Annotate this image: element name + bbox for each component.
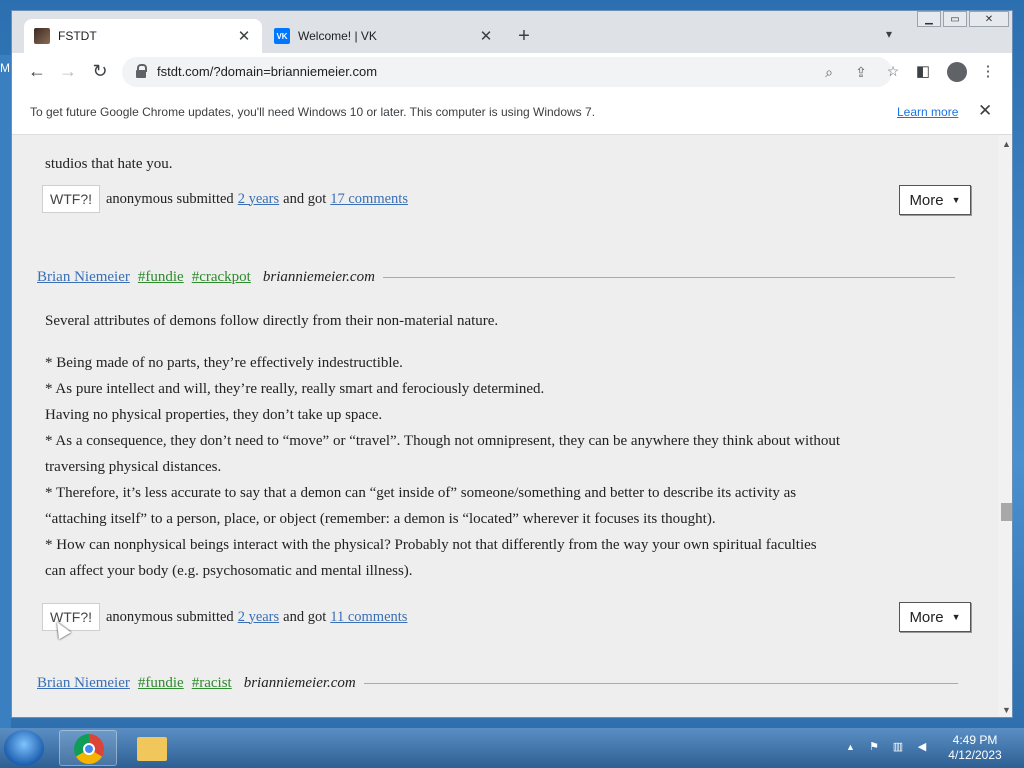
volume-muted-icon[interactable]: ◀ xyxy=(915,740,929,754)
bookmark-star-icon[interactable]: ☆ xyxy=(883,61,903,81)
post-text-line: Having no physical properties, they don’… xyxy=(45,407,383,423)
close-window-icon[interactable]: ✕ xyxy=(969,11,1009,27)
url-text[interactable]: fstdt.com/?domain=brianniemeier.com xyxy=(157,64,377,79)
taskbar: ▲ ⚑ ▥ ◀ 4:49 PM 4/12/2023 xyxy=(0,728,1024,768)
menu-kebab-icon[interactable]: ⋮ xyxy=(978,62,998,82)
start-button[interactable] xyxy=(4,730,44,766)
header-divider xyxy=(363,683,958,684)
lock-icon[interactable] xyxy=(136,64,147,78)
tab-fstdt[interactable]: FSTDT ✕ xyxy=(24,19,262,53)
side-panel-icon[interactable]: ◧ xyxy=(913,62,933,82)
post-text-line: * As pure intellect and will, they’re re… xyxy=(45,381,545,397)
action-center-icon[interactable]: ⚑ xyxy=(867,740,881,754)
author-link[interactable]: Brian Niemeier xyxy=(37,269,130,286)
age-link[interactable]: 2 years xyxy=(238,609,279,626)
new-tab-button[interactable]: + xyxy=(512,25,536,49)
taskbar-explorer[interactable] xyxy=(122,730,180,766)
browser-toolbar: ← → ↻ fstdt.com/?domain=brianniemeier.co… xyxy=(12,53,1012,91)
post-text-line: * Therefore, it’s less accurate to say t… xyxy=(45,485,797,501)
post-text-line: traversing physical distances. xyxy=(45,459,222,475)
post-header: Brian Niemeier #fundie #crackpot brianni… xyxy=(37,269,955,286)
taskbar-chrome[interactable] xyxy=(59,730,117,766)
tab-title: FSTDT xyxy=(58,29,97,43)
tab-search-chevron-down-icon[interactable]: ▾ xyxy=(886,27,892,41)
post-text-line: studios that hate you. xyxy=(45,156,173,172)
zoom-search-icon[interactable]: ⌕ xyxy=(819,62,839,82)
address-bar[interactable]: fstdt.com/?domain=brianniemeier.com ⌕ ⇪ … xyxy=(122,57,899,87)
tag-link[interactable]: #fundie xyxy=(138,269,184,286)
post-text-line: * How can nonphysical beings interact wi… xyxy=(45,537,817,553)
clock-time: 4:49 PM xyxy=(952,733,998,747)
comments-link[interactable]: 17 comments xyxy=(330,191,408,208)
close-tab-icon[interactable]: ✕ xyxy=(236,27,252,45)
tag-link[interactable]: #crackpot xyxy=(192,269,251,286)
post-meta: WTF?! anonymous submitted 2 years and go… xyxy=(42,603,411,631)
post-text-line: * As a consequence, they don’t need to “… xyxy=(45,433,841,449)
scroll-up-icon[interactable]: ▲ xyxy=(1002,139,1011,149)
tab-vk[interactable]: VK Welcome! | VK ✕ xyxy=(264,19,504,53)
header-divider xyxy=(382,277,955,278)
post-header: Brian Niemeier #fundie #racist brianniem… xyxy=(37,675,958,692)
more-button[interactable]: More ▼ xyxy=(899,602,971,632)
submitter-text: anonymous submitted xyxy=(106,608,234,625)
wtf-button[interactable]: WTF?! xyxy=(42,185,100,213)
window-controls: ▁ ▭ ✕ xyxy=(915,11,1009,29)
more-button[interactable]: More ▼ xyxy=(899,185,971,215)
page-content: studios that hate you. WTF?! anonymous s… xyxy=(12,135,998,717)
folder-icon xyxy=(137,737,167,761)
fstdt-favicon-icon xyxy=(34,28,50,44)
vk-favicon-icon: VK xyxy=(274,28,290,44)
author-link[interactable]: Brian Niemeier xyxy=(37,675,130,692)
page-scrollbar[interactable]: ▲ ▼ xyxy=(998,135,1012,717)
learn-more-link[interactable]: Learn more xyxy=(897,105,958,119)
post-text-line: “attaching itself” to a person, place, o… xyxy=(45,511,716,527)
desktop-edge: M xyxy=(0,55,11,730)
clock-date: 4/12/2023 xyxy=(948,748,1002,762)
chrome-icon xyxy=(74,734,104,764)
comments-link[interactable]: 11 comments xyxy=(330,609,407,626)
scrollbar-thumb[interactable] xyxy=(1001,503,1012,521)
tag-link[interactable]: #racist xyxy=(192,675,232,692)
infobar-close-icon[interactable]: ✕ xyxy=(978,101,992,121)
tab-title: Welcome! | VK xyxy=(298,29,377,43)
minimize-icon[interactable]: ▁ xyxy=(917,11,941,27)
back-arrow-icon[interactable]: ← xyxy=(26,61,48,83)
maximize-icon[interactable]: ▭ xyxy=(943,11,967,27)
age-link[interactable]: 2 years xyxy=(238,191,279,208)
post-text-line: can affect your body (e.g. psychosomatic… xyxy=(45,563,413,579)
profile-avatar-icon[interactable] xyxy=(947,62,967,82)
caret-down-icon: ▼ xyxy=(951,195,961,205)
scroll-down-icon[interactable]: ▼ xyxy=(1002,705,1011,715)
network-icon[interactable]: ▥ xyxy=(891,740,905,754)
forward-arrow-icon[interactable]: → xyxy=(57,61,79,83)
more-label: More xyxy=(909,191,944,209)
domain-text: brianniemeier.com xyxy=(262,269,375,285)
desktop-edge-letter: M xyxy=(0,61,10,75)
caret-down-icon: ▼ xyxy=(951,612,961,622)
tray-expand-icon[interactable]: ▲ xyxy=(846,742,855,752)
browser-window: FSTDT ✕ VK Welcome! | VK ✕ + ▾ ▁ ▭ ✕ ← →… xyxy=(11,10,1013,718)
post-meta: WTF?! anonymous submitted 2 years and go… xyxy=(42,185,412,213)
and-got-text: and got xyxy=(283,608,327,625)
clock[interactable]: 4:49 PM 4/12/2023 xyxy=(935,733,1015,763)
more-label: More xyxy=(909,608,944,626)
tab-strip: FSTDT ✕ VK Welcome! | VK ✕ + ▾ ▁ ▭ ✕ xyxy=(12,11,1012,53)
submitter-text: anonymous submitted xyxy=(106,190,234,207)
close-tab-icon[interactable]: ✕ xyxy=(478,27,494,45)
post-paragraph: Several attributes of demons follow dire… xyxy=(45,313,499,329)
reload-icon[interactable]: ↻ xyxy=(89,61,111,83)
and-got-text: and got xyxy=(283,190,327,207)
post-text-line: * Being made of no parts, they’re effect… xyxy=(45,355,403,371)
tag-link[interactable]: #fundie xyxy=(138,675,184,692)
update-infobar: To get future Google Chrome updates, you… xyxy=(12,91,1012,135)
domain-text: brianniemeier.com xyxy=(243,675,356,691)
infobar-message: To get future Google Chrome updates, you… xyxy=(30,105,596,119)
share-icon[interactable]: ⇪ xyxy=(851,62,871,82)
